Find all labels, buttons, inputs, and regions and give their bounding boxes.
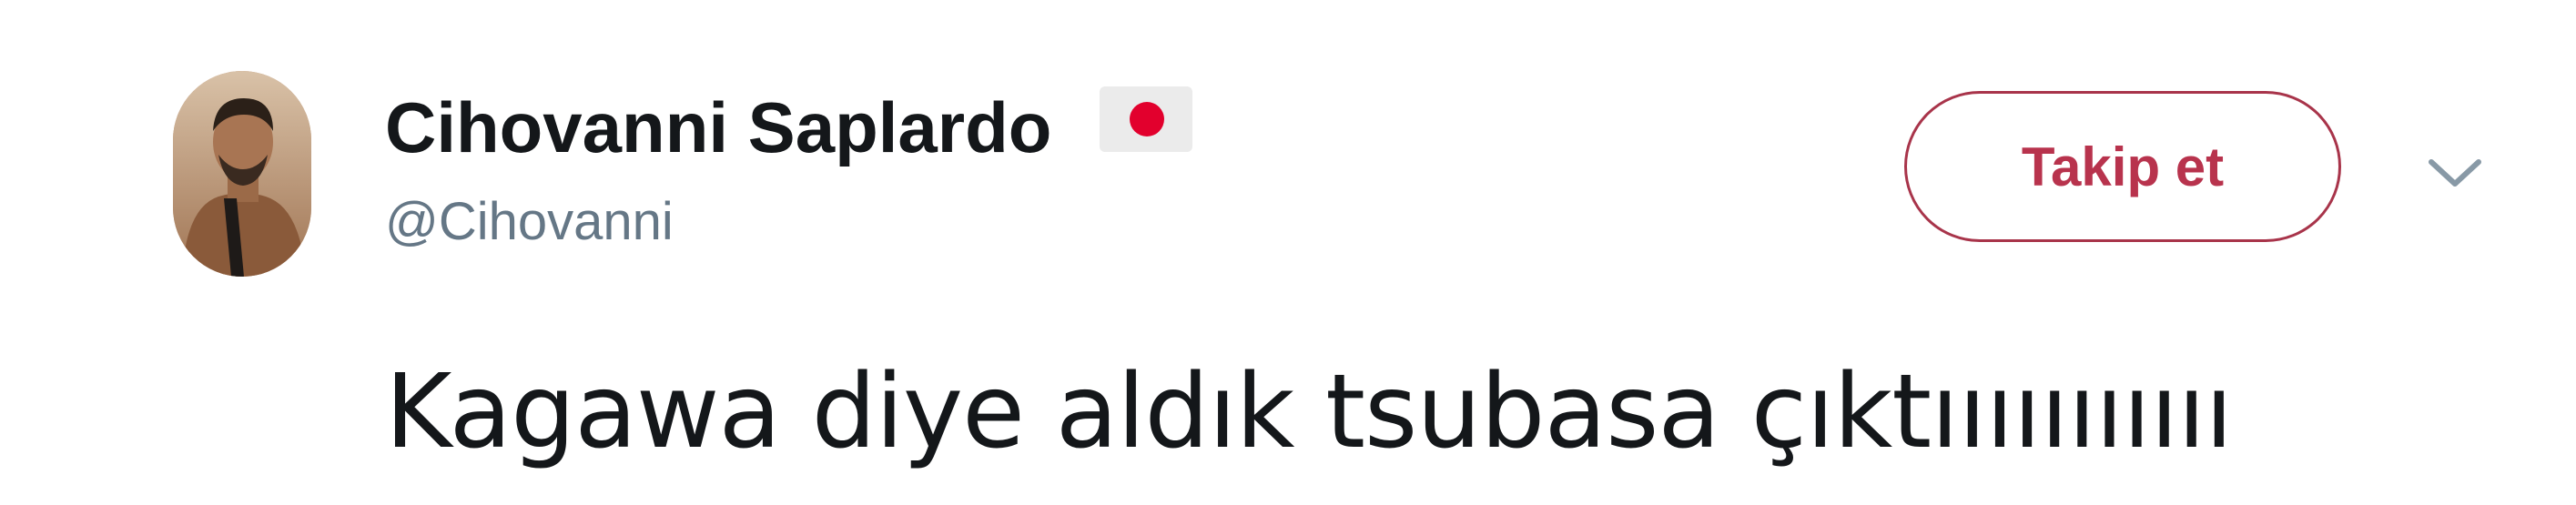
chevron-down-icon[interactable] [2426,155,2484,191]
follow-button-label: Takip et [2021,136,2225,197]
follow-button[interactable]: Takip et [1904,91,2341,242]
japan-flag-icon [1100,86,1192,152]
avatar[interactable] [173,71,311,277]
avatar-image [173,71,311,277]
tweet-card: Cihovanni Saplardo @Cihovanni Takip et K… [0,0,2576,505]
author-display-name[interactable]: Cihovanni Saplardo [385,84,1051,171]
flag-red-dot [1130,102,1164,136]
tweet-text: Kagawa diye aldık tsubasa çıktıııııııııı… [385,353,2233,471]
author-handle[interactable]: @Cihovanni [385,188,674,256]
